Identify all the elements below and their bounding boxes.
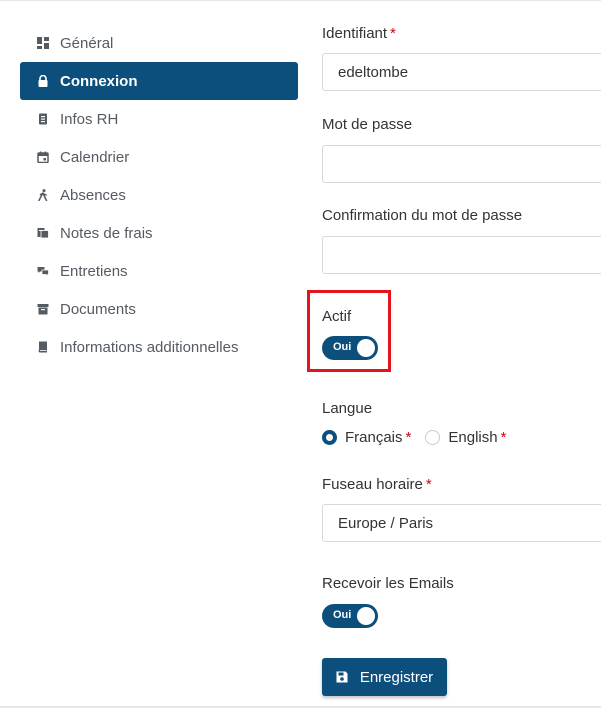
required-mark: * xyxy=(405,429,412,446)
radio-unchecked[interactable] xyxy=(425,430,441,445)
badge-icon xyxy=(36,112,50,126)
sidebar-nav: Général Connexion Infos RH Calendrier Ab… xyxy=(20,24,298,366)
sidebar-item-general[interactable]: Général xyxy=(20,24,298,62)
langue-option-francais[interactable]: Français * xyxy=(322,429,411,446)
lock-icon xyxy=(36,74,50,88)
identifiant-input[interactable]: edeltombe xyxy=(322,53,601,91)
emails-label: Recevoir les Emails xyxy=(322,575,454,592)
radio-label: English xyxy=(448,429,498,446)
walking-person-icon xyxy=(36,188,50,202)
sidebar-item-label: Connexion xyxy=(60,72,138,90)
required-mark: * xyxy=(425,476,432,493)
sidebar-item-label: Notes de frais xyxy=(60,224,153,242)
password-input[interactable] xyxy=(322,145,601,183)
sidebar-item-entretiens[interactable]: Entretiens xyxy=(20,252,298,290)
calendar-icon xyxy=(36,150,50,164)
timezone-label: Fuseau horaire * xyxy=(322,476,432,493)
chat-bubbles-icon xyxy=(36,264,50,278)
sidebar-item-notes-de-frais[interactable]: Notes de frais xyxy=(20,214,298,252)
toggle-text: Oui xyxy=(333,609,352,621)
emails-toggle[interactable]: Oui xyxy=(322,604,378,628)
sidebar-item-label: Infos RH xyxy=(60,110,119,128)
timezone-value: Europe / Paris xyxy=(338,514,434,532)
identifiant-label: Identifiant * xyxy=(322,25,396,42)
langue-radio-group: Français * English * xyxy=(322,429,520,446)
receipt-icon xyxy=(36,226,50,240)
toggle-knob xyxy=(357,607,375,625)
sidebar-item-documents[interactable]: Documents xyxy=(20,290,298,328)
sidebar-item-label: Calendrier xyxy=(60,148,130,166)
sidebar-item-infos-rh[interactable]: Infos RH xyxy=(20,100,298,138)
dashboard-icon xyxy=(36,36,50,50)
floppy-disk-icon xyxy=(336,671,348,683)
password-confirm-label: Confirmation du mot de passe xyxy=(322,207,523,224)
sidebar-item-absences[interactable]: Absences xyxy=(20,176,298,214)
sidebar-item-calendrier[interactable]: Calendrier xyxy=(20,138,298,176)
sidebar-item-label: Entretiens xyxy=(60,262,128,280)
save-button-label: Enregistrer xyxy=(359,668,434,686)
password-label: Mot de passe xyxy=(322,116,413,133)
archive-box-icon xyxy=(36,302,50,316)
sidebar-item-informations-additionnelles[interactable]: Informations additionnelles xyxy=(20,328,298,366)
required-mark: * xyxy=(390,25,396,42)
timezone-select[interactable]: Europe / Paris xyxy=(322,504,601,542)
identifiant-value: edeltombe xyxy=(338,63,409,81)
langue-label: Langue xyxy=(322,400,373,417)
sidebar-item-label: Absences xyxy=(60,186,126,204)
required-mark: * xyxy=(500,429,507,446)
langue-option-english[interactable]: English * xyxy=(425,429,506,446)
save-button[interactable]: Enregistrer xyxy=(322,658,447,696)
book-icon xyxy=(36,340,50,354)
radio-label: Français xyxy=(345,429,403,446)
sidebar-item-label: Informations additionnelles xyxy=(60,338,239,356)
sidebar-item-label: Général xyxy=(60,34,114,52)
radio-checked[interactable] xyxy=(322,430,337,445)
sidebar-item-label: Documents xyxy=(60,300,136,318)
sidebar-item-connexion[interactable]: Connexion xyxy=(20,62,298,100)
highlight-box xyxy=(307,290,391,372)
password-confirm-input[interactable] xyxy=(322,236,601,274)
